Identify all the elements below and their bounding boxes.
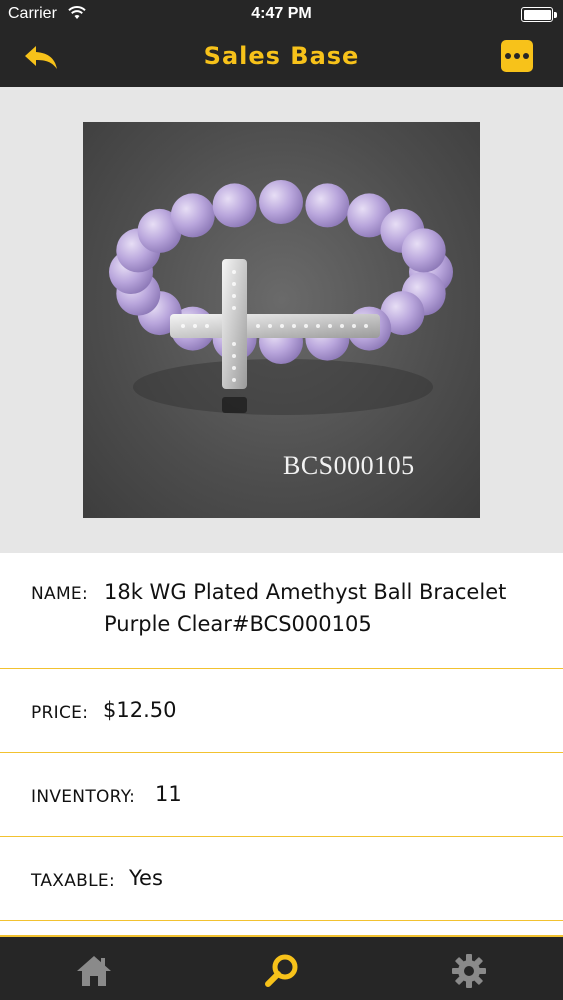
battery-icon bbox=[521, 7, 557, 22]
product-photo[interactable]: BCS000105 bbox=[83, 122, 480, 518]
price-value: $12.50 bbox=[103, 698, 177, 722]
taxable-label: TAXABLE: bbox=[31, 871, 115, 891]
bracelet-bead bbox=[212, 183, 257, 228]
name-value: 18k WG Plated Amethyst Ball Bracelet Pur… bbox=[104, 580, 507, 636]
taxable-row: TAXABLE: Yes bbox=[0, 837, 563, 921]
inventory-value: 11 bbox=[155, 782, 182, 806]
inventory-row: INVENTORY: 11 bbox=[0, 753, 563, 837]
bracelet-illustration bbox=[109, 180, 453, 415]
nav-bar: Sales Base bbox=[0, 30, 563, 87]
search-icon bbox=[265, 954, 298, 987]
gear-icon bbox=[452, 954, 486, 988]
home-icon bbox=[77, 956, 111, 986]
more-menu-button[interactable] bbox=[501, 40, 533, 72]
bracelet-bead bbox=[305, 183, 350, 228]
sku-overlay-text: BCS000105 bbox=[283, 451, 415, 480]
taxable-value: Yes bbox=[129, 866, 163, 890]
bracelet-bead bbox=[401, 228, 446, 273]
tab-bar bbox=[0, 935, 563, 1000]
header: Carrier 4:47 PM Sales Base bbox=[0, 0, 563, 87]
name-label: NAME: bbox=[31, 584, 88, 604]
tab-search[interactable] bbox=[262, 951, 302, 991]
name-row: NAME: 18k WG Plated Amethyst Ball Bracel… bbox=[0, 553, 563, 669]
app-title: Sales Base bbox=[203, 42, 360, 70]
product-image-area: BCS000105 bbox=[0, 87, 563, 553]
tab-home[interactable] bbox=[74, 951, 114, 991]
price-row: PRICE: $12.50 bbox=[0, 669, 563, 753]
product-details: NAME: 18k WG Plated Amethyst Ball Bracel… bbox=[0, 553, 563, 921]
bracelet-bead bbox=[259, 180, 303, 224]
price-label: PRICE: bbox=[31, 703, 89, 723]
tab-settings[interactable] bbox=[449, 951, 489, 991]
status-bar: Carrier 4:47 PM bbox=[0, 0, 563, 30]
more-dots-icon bbox=[505, 53, 511, 59]
inventory-label: INVENTORY: bbox=[31, 787, 136, 807]
status-time: 4:47 PM bbox=[251, 5, 312, 22]
bracelet-bead bbox=[170, 193, 215, 238]
